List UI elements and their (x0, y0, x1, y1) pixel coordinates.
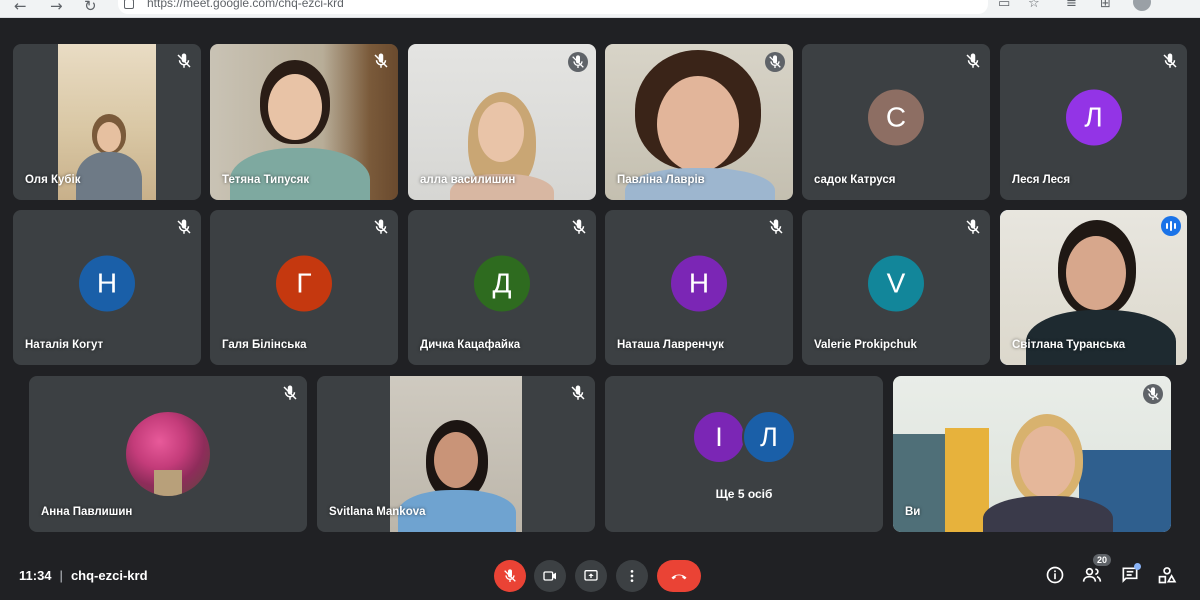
mic-off-icon (1143, 384, 1163, 404)
mic-off-icon (966, 53, 980, 68)
participant-tile[interactable]: Тетяна Типусяк (210, 44, 398, 200)
participant-name: Valerie Prokipchuk (814, 339, 917, 351)
participant-avatar: Н (671, 255, 727, 312)
mic-off-icon (966, 219, 980, 234)
participant-avatar: V (868, 255, 924, 312)
participant-avatar: Н (79, 255, 135, 312)
participant-name: алла василишин (420, 174, 516, 186)
participant-tile[interactable]: Г Галя Білінська (210, 210, 398, 365)
leave-call-button[interactable] (657, 560, 701, 592)
participant-tile[interactable]: алла василишин (408, 44, 596, 200)
participant-tile[interactable]: Анна Павлишин (29, 376, 307, 532)
participant-tile[interactable]: Н Наташа Лавренчук (605, 210, 793, 365)
reload-icon[interactable]: ↻ (84, 0, 97, 15)
more-options-icon (630, 570, 634, 582)
participant-avatar: Д (474, 255, 530, 312)
participant-avatar: Л (1065, 89, 1122, 146)
chat-notification-dot (1134, 563, 1141, 570)
site-info-icon[interactable] (124, 0, 134, 9)
participant-count-badge: 20 (1093, 554, 1112, 566)
browser-toolbar: ← → ↻ https://meet.google.com/chq-ezci-k… (0, 0, 1200, 18)
participant-tile[interactable]: Svitlana Mankova (317, 376, 595, 532)
people-icon (1082, 567, 1102, 582)
mic-off-icon (572, 219, 586, 234)
participant-name: Тетяна Типусяк (222, 174, 310, 186)
meeting-code: chq-ezci-krd (70, 568, 148, 583)
self-tile[interactable]: Ви (893, 376, 1171, 532)
participant-tile[interactable]: Н Наталія Когут (13, 210, 201, 365)
self-video (893, 376, 1171, 532)
meeting-details: 11:34 | chq-ezci-krd (19, 568, 148, 583)
more-participants-label: Ще 5 осіб (715, 487, 773, 501)
self-name: Ви (905, 506, 921, 518)
participant-name: Дичка Кацафайка (420, 339, 521, 351)
more-options-button[interactable] (616, 560, 648, 592)
participant-avatar: Л (742, 410, 796, 464)
back-icon[interactable]: ← (14, 0, 27, 15)
camera-icon (543, 571, 556, 581)
mic-off-icon (769, 219, 783, 234)
participant-name: Оля Кубік (25, 174, 81, 186)
activities-button[interactable] (1156, 564, 1178, 586)
participant-avatar: Г (276, 255, 332, 312)
activities-icon (1158, 567, 1177, 584)
participant-name: Павліна Лаврів (617, 174, 705, 186)
participant-tile-speaking[interactable]: Світлана Туранська (1000, 210, 1187, 365)
info-icon (1046, 566, 1064, 584)
mic-off-icon (374, 53, 388, 68)
mic-off-icon (571, 385, 585, 400)
participant-name: Svitlana Mankova (329, 506, 426, 518)
more-participants-tile[interactable]: І Л Ще 5 осіб (605, 376, 883, 532)
participant-name: Світлана Туранська (1012, 339, 1126, 351)
present-screen-icon (584, 570, 598, 581)
collections-icon[interactable]: ⊞ (1100, 0, 1111, 11)
mic-off-icon (177, 219, 191, 234)
mic-off-icon (177, 53, 191, 68)
profile-avatar[interactable] (1133, 0, 1151, 11)
camera-toggle-button[interactable] (534, 560, 566, 592)
meeting-details-button[interactable] (1044, 564, 1066, 586)
end-call-icon (671, 574, 687, 580)
mic-off-icon (765, 52, 785, 72)
people-button[interactable] (1081, 564, 1103, 586)
meeting-time: 11:34 (19, 568, 52, 583)
present-screen-button[interactable] (575, 560, 607, 592)
favorites-icon[interactable]: ≡ (1066, 0, 1077, 11)
mic-off-icon (568, 52, 588, 72)
speaking-indicator-icon (1161, 216, 1181, 236)
participant-tile[interactable]: Л Леся Леся (1000, 44, 1187, 200)
extension-icon[interactable]: ☆ (1028, 0, 1040, 11)
participant-avatar: С (868, 89, 924, 146)
participant-avatar-photo (126, 412, 210, 496)
mic-off-icon (1163, 53, 1177, 68)
mic-off-icon (374, 219, 388, 234)
participant-avatar: І (692, 410, 746, 464)
participant-name: Галя Білінська (222, 339, 307, 351)
meeting-separator: | (59, 568, 63, 583)
participant-tile[interactable]: Д Дичка Кацафайка (408, 210, 596, 365)
participant-name: Анна Павлишин (41, 506, 133, 518)
forward-icon[interactable]: → (50, 0, 63, 15)
url-text[interactable]: https://meet.google.com/chq-ezci-krd (147, 0, 344, 10)
microphone-toggle-button[interactable] (494, 560, 526, 592)
participant-name: Наталія Когут (25, 339, 104, 351)
meeting-control-bar: 11:34 | chq-ezci-krd 20 (0, 550, 1200, 600)
participant-name: Леся Леся (1012, 174, 1071, 186)
mic-off-icon (283, 385, 297, 400)
participant-name: садок Катруся (814, 174, 896, 186)
participant-tile[interactable]: V Valerie Prokipchuk (802, 210, 990, 365)
participant-name: Наташа Лавренчук (617, 339, 724, 351)
cast-icon[interactable]: ▭ (998, 0, 1010, 11)
participant-tile[interactable]: С садок Катруся (802, 44, 990, 200)
participant-tile[interactable]: Оля Кубік (13, 44, 201, 200)
participant-tile[interactable]: Павліна Лаврів (605, 44, 793, 200)
mic-off-icon (504, 569, 516, 582)
